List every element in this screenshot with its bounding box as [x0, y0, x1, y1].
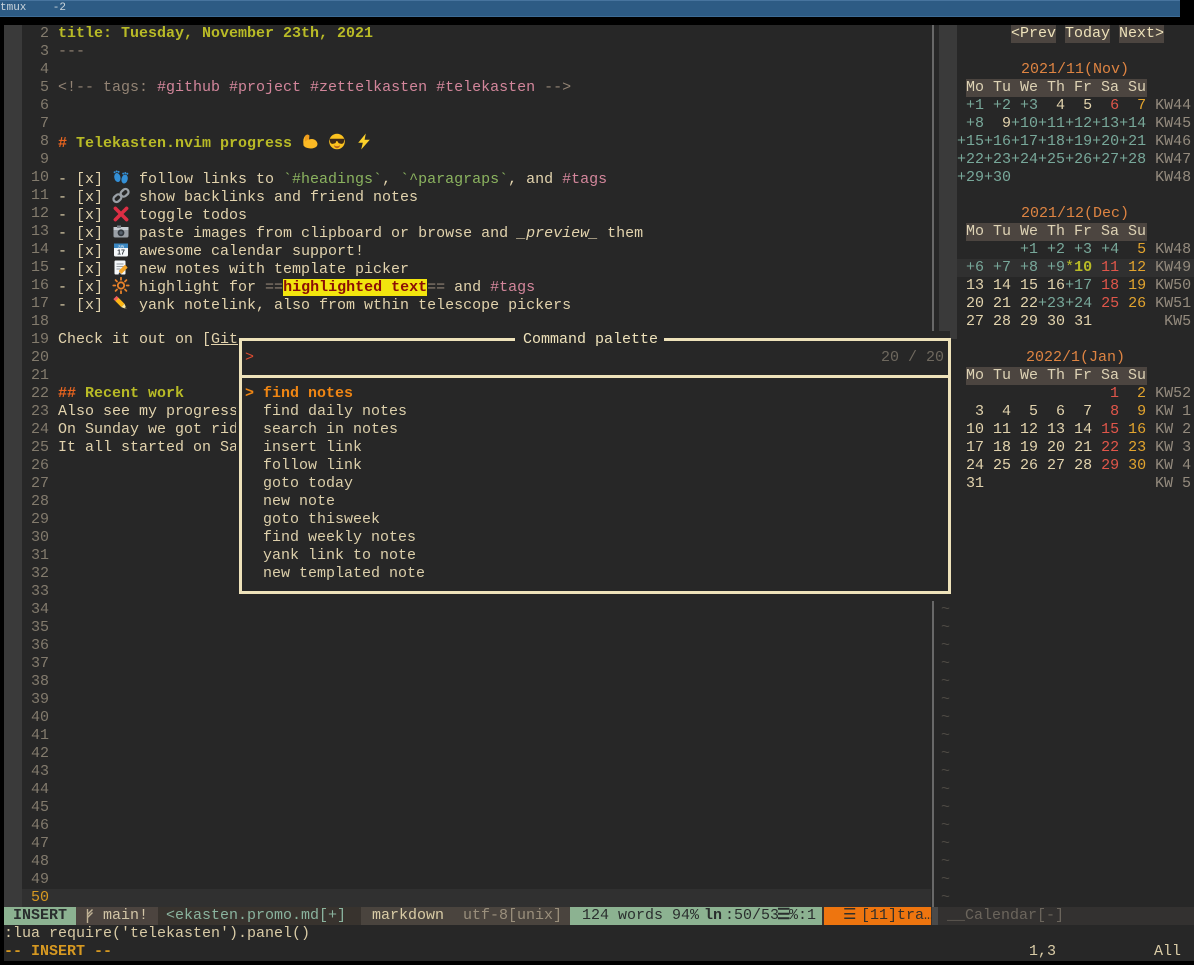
- svg-text:July: July: [118, 244, 125, 248]
- svg-text:17: 17: [117, 250, 125, 257]
